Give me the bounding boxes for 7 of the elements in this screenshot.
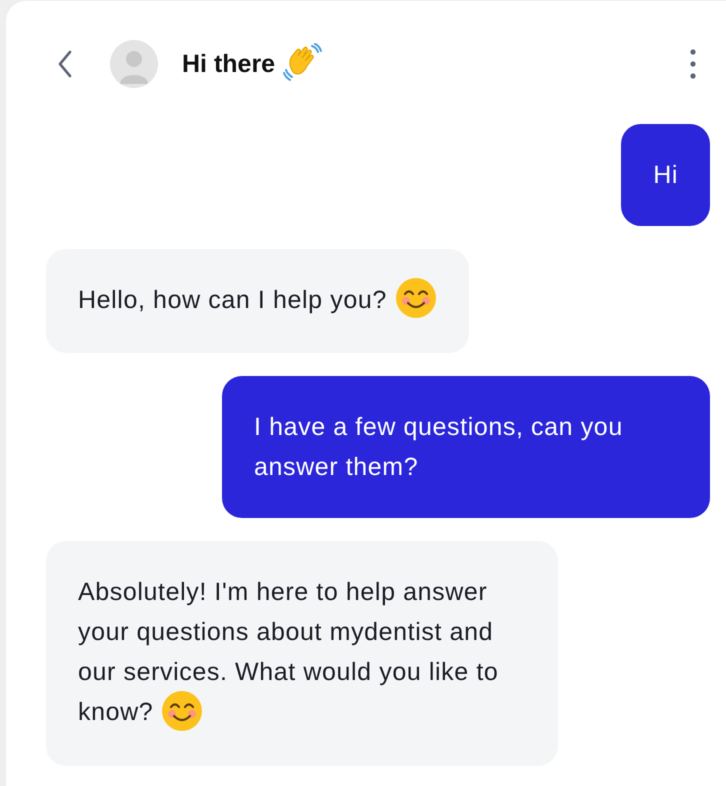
message-bubble: Hi <box>621 124 710 226</box>
message-bubble: I have a few questions, can you answer them? <box>222 376 710 518</box>
back-icon[interactable] <box>58 50 72 78</box>
chat-title: Hi there <box>182 50 276 78</box>
message-bubble: Absolutely! I'm here to help answer your questions about mydentist and our services. What would you like to know? <box>46 541 558 766</box>
menu-icon[interactable] <box>690 49 696 79</box>
message-bubble: Hello, how can I help you? <box>46 249 469 354</box>
